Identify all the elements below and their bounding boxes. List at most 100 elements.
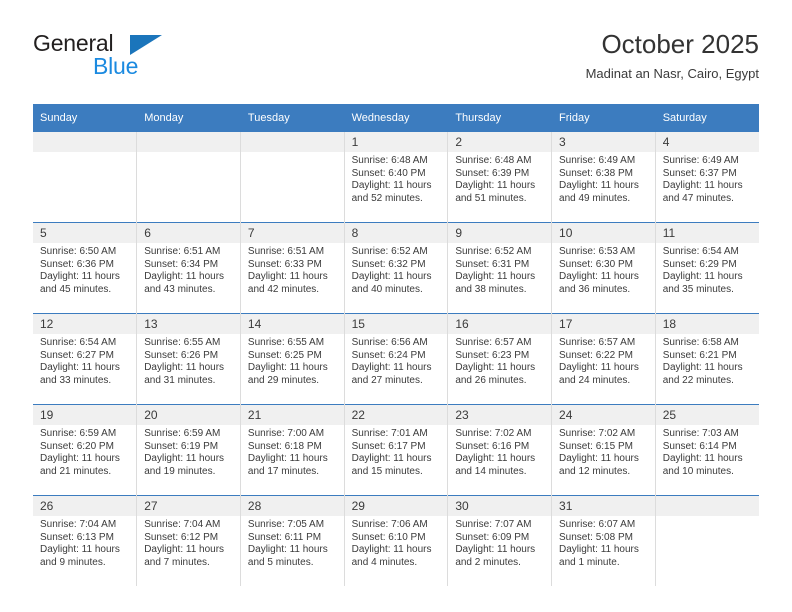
sunrise-text: Sunrise: 6:59 AM: [40, 428, 117, 439]
sunrise-text: Sunrise: 7:04 AM: [40, 519, 117, 530]
calendar-day-cell[interactable]: 22 Sunrise: 7:01 AM Sunset: 6:17 PM Dayligh…: [344, 404, 449, 496]
sunrise-text: Sunrise: 6:52 AM: [455, 246, 532, 257]
daylight-text-line1: Daylight: 11 hours: [351, 271, 432, 283]
sunset-text: Sunset: 6:16 PM: [455, 440, 530, 452]
calendar-day-cell[interactable]: 31 Sunrise: 6:07 AM Sunset: 5:08 PM Dayligh…: [551, 495, 656, 586]
calendar-day-cell[interactable]: 1 Sunrise: 6:48 AM Sunset: 6:40 PM Daylight…: [344, 131, 449, 223]
calendar-day-cell-empty: [33, 131, 138, 223]
sunrise-text: Sunrise: 7:03 AM: [662, 428, 739, 439]
day-number: [33, 132, 137, 152]
calendar-day-cell[interactable]: 15 Sunrise: 6:56 AM Sunset: 6:24 PM Dayligh…: [344, 313, 449, 405]
day-number: 19: [33, 405, 137, 425]
daylight-text-line1: Daylight: 11 hours: [40, 544, 120, 556]
day-details: Sunrise: 7:00 AM Sunset: 6:18 PM Daylight:…: [241, 425, 344, 478]
day-number: 7: [240, 223, 344, 243]
sunset-text: Sunset: 6:31 PM: [455, 258, 530, 270]
day-number: 11: [655, 223, 759, 243]
day-number: 20: [137, 405, 240, 425]
sunset-text: Sunset: 6:38 PM: [559, 167, 633, 179]
day-details: Sunrise: 6:59 AM Sunset: 6:20 PM Daylight:…: [33, 425, 136, 478]
generalblue-logo[interactable]: General Blue: [33, 30, 253, 86]
daylight-text-line1: Daylight: 11 hours: [662, 453, 743, 465]
daylight-text-line2: and 10 minutes.: [662, 465, 734, 477]
day-details: Sunrise: 7:02 AM Sunset: 6:15 PM Daylight:…: [552, 425, 655, 478]
sunrise-text: Sunrise: 6:54 AM: [662, 246, 739, 257]
calendar-day-cell[interactable]: 2 Sunrise: 6:48 AM Sunset: 6:39 PM Daylight…: [447, 131, 553, 223]
day-number: 26: [33, 496, 137, 516]
daylight-text-line1: Daylight: 11 hours: [455, 453, 536, 465]
sunrise-text: Sunrise: 6:59 AM: [144, 428, 221, 439]
calendar-day-cell[interactable]: 4 Sunrise: 6:49 AM Sunset: 6:37 PM Daylight…: [655, 131, 759, 223]
calendar-day-cell[interactable]: 16 Sunrise: 6:57 AM Sunset: 6:23 PM Dayligh…: [447, 313, 553, 405]
calendar-day-cell-empty: [136, 131, 241, 223]
calendar-day-cell[interactable]: 12 Sunrise: 6:54 AM Sunset: 6:27 PM Dayligh…: [33, 313, 138, 405]
daylight-text-line1: Daylight: 11 hours: [247, 544, 328, 556]
sunset-text: Sunset: 6:13 PM: [40, 531, 114, 543]
calendar-day-cell[interactable]: 19 Sunrise: 6:59 AM Sunset: 6:20 PM Dayligh…: [33, 404, 138, 496]
calendar-day-cell[interactable]: 26 Sunrise: 7:04 AM Sunset: 6:13 PM Dayligh…: [33, 495, 138, 586]
sunrise-text: Sunrise: 6:48 AM: [351, 155, 428, 166]
calendar-day-cell[interactable]: 6 Sunrise: 6:51 AM Sunset: 6:34 PM Daylight…: [136, 222, 241, 314]
calendar-day-cell-empty: [655, 495, 759, 586]
day-details: Sunrise: 6:57 AM Sunset: 6:23 PM Daylight:…: [448, 334, 551, 387]
calendar-day-cell[interactable]: 18 Sunrise: 6:58 AM Sunset: 6:21 PM Dayligh…: [655, 313, 759, 405]
daylight-text-line2: and 29 minutes.: [247, 374, 320, 386]
sunrise-text: Sunrise: 6:50 AM: [40, 246, 117, 257]
calendar-week-row: 5 Sunrise: 6:50 AM Sunset: 6:36 PM Daylight…: [33, 222, 759, 314]
calendar-day-cell[interactable]: 14 Sunrise: 6:55 AM Sunset: 6:25 PM Dayligh…: [240, 313, 345, 405]
calendar-day-cell[interactable]: 3 Sunrise: 6:49 AM Sunset: 6:38 PM Daylight…: [551, 131, 656, 223]
calendar-day-cell[interactable]: 10 Sunrise: 6:53 AM Sunset: 6:30 PM Dayligh…: [551, 222, 656, 314]
daylight-text-line1: Daylight: 11 hours: [662, 362, 743, 374]
day-details: Sunrise: 6:58 AM Sunset: 6:21 PM Daylight:…: [656, 334, 759, 387]
calendar-day-cell[interactable]: 25 Sunrise: 7:03 AM Sunset: 6:14 PM Dayligh…: [655, 404, 759, 496]
calendar-day-cell[interactable]: 5 Sunrise: 6:50 AM Sunset: 6:36 PM Daylight…: [33, 222, 138, 314]
calendar-day-cell[interactable]: 21 Sunrise: 7:00 AM Sunset: 6:18 PM Dayligh…: [240, 404, 345, 496]
calendar-day-cell[interactable]: 23 Sunrise: 7:02 AM Sunset: 6:16 PM Dayligh…: [447, 404, 553, 496]
day-number: 8: [344, 223, 448, 243]
day-number: 6: [137, 223, 240, 243]
sunset-text: Sunset: 6:20 PM: [40, 440, 114, 452]
day-number: 3: [552, 132, 655, 152]
dow-header-wednesday: Wednesday: [344, 104, 449, 132]
calendar-day-cell[interactable]: 27 Sunrise: 7:04 AM Sunset: 6:12 PM Dayligh…: [136, 495, 241, 586]
calendar-week-row: 1 Sunrise: 6:48 AM Sunset: 6:40 PM Daylight…: [33, 131, 759, 223]
day-number: 21: [240, 405, 344, 425]
sunset-text: Sunset: 6:17 PM: [351, 440, 426, 452]
calendar-day-cell[interactable]: 13 Sunrise: 6:55 AM Sunset: 6:26 PM Dayligh…: [136, 313, 241, 405]
calendar-day-cell[interactable]: 29 Sunrise: 7:06 AM Sunset: 6:10 PM Dayligh…: [344, 495, 449, 586]
calendar-day-cell[interactable]: 28 Sunrise: 7:05 AM Sunset: 6:11 PM Dayligh…: [240, 495, 345, 586]
day-details: Sunrise: 6:52 AM Sunset: 6:32 PM Daylight:…: [345, 243, 448, 296]
calendar-week-row: 19 Sunrise: 6:59 AM Sunset: 6:20 PM Dayligh…: [33, 404, 759, 496]
day-details: Sunrise: 7:04 AM Sunset: 6:12 PM Daylight:…: [137, 516, 240, 569]
daylight-text-line2: and 19 minutes.: [144, 465, 216, 477]
sunset-text: Sunset: 6:14 PM: [662, 440, 737, 452]
calendar-day-cell[interactable]: 9 Sunrise: 6:52 AM Sunset: 6:31 PM Daylight…: [447, 222, 553, 314]
calendar-day-cell[interactable]: 17 Sunrise: 6:57 AM Sunset: 6:22 PM Dayligh…: [551, 313, 656, 405]
sunset-text: Sunset: 6:24 PM: [351, 349, 426, 361]
sunset-text: Sunset: 6:39 PM: [455, 167, 530, 179]
calendar-day-cell[interactable]: 11 Sunrise: 6:54 AM Sunset: 6:29 PM Dayligh…: [655, 222, 759, 314]
day-number: 12: [33, 314, 137, 334]
daylight-text-line2: and 22 minutes.: [662, 374, 734, 386]
calendar-page: General Blue October 2025 Madinat an Nas…: [0, 0, 792, 612]
dow-header-sunday: Sunday: [33, 104, 138, 132]
sunrise-text: Sunrise: 7:02 AM: [455, 428, 532, 439]
day-number: 10: [552, 223, 655, 243]
daylight-text-line1: Daylight: 11 hours: [40, 362, 120, 374]
sunset-text: Sunset: 6:25 PM: [247, 349, 322, 361]
daylight-text-line2: and 52 minutes.: [351, 192, 423, 204]
daylight-text-line1: Daylight: 11 hours: [144, 453, 225, 465]
calendar-day-cell[interactable]: 8 Sunrise: 6:52 AM Sunset: 6:32 PM Daylight…: [344, 222, 449, 314]
page-subtitle: Madinat an Nasr, Cairo, Egypt: [585, 66, 759, 81]
dow-header-friday: Friday: [551, 104, 656, 132]
calendar-day-cell[interactable]: 7 Sunrise: 6:51 AM Sunset: 6:33 PM Daylight…: [240, 222, 345, 314]
calendar-day-cell[interactable]: 20 Sunrise: 6:59 AM Sunset: 6:19 PM Dayligh…: [136, 404, 241, 496]
calendar-day-cell[interactable]: 24 Sunrise: 7:02 AM Sunset: 6:15 PM Dayligh…: [551, 404, 656, 496]
daylight-text-line1: Daylight: 11 hours: [40, 453, 120, 465]
daylight-text-line1: Daylight: 11 hours: [559, 453, 639, 465]
calendar-day-cell[interactable]: 30 Sunrise: 7:07 AM Sunset: 6:09 PM Dayligh…: [447, 495, 553, 586]
daylight-text-line1: Daylight: 11 hours: [40, 271, 120, 283]
sunset-text: Sunset: 6:37 PM: [662, 167, 737, 179]
daylight-text-line1: Daylight: 11 hours: [559, 180, 639, 192]
day-number: 13: [137, 314, 240, 334]
